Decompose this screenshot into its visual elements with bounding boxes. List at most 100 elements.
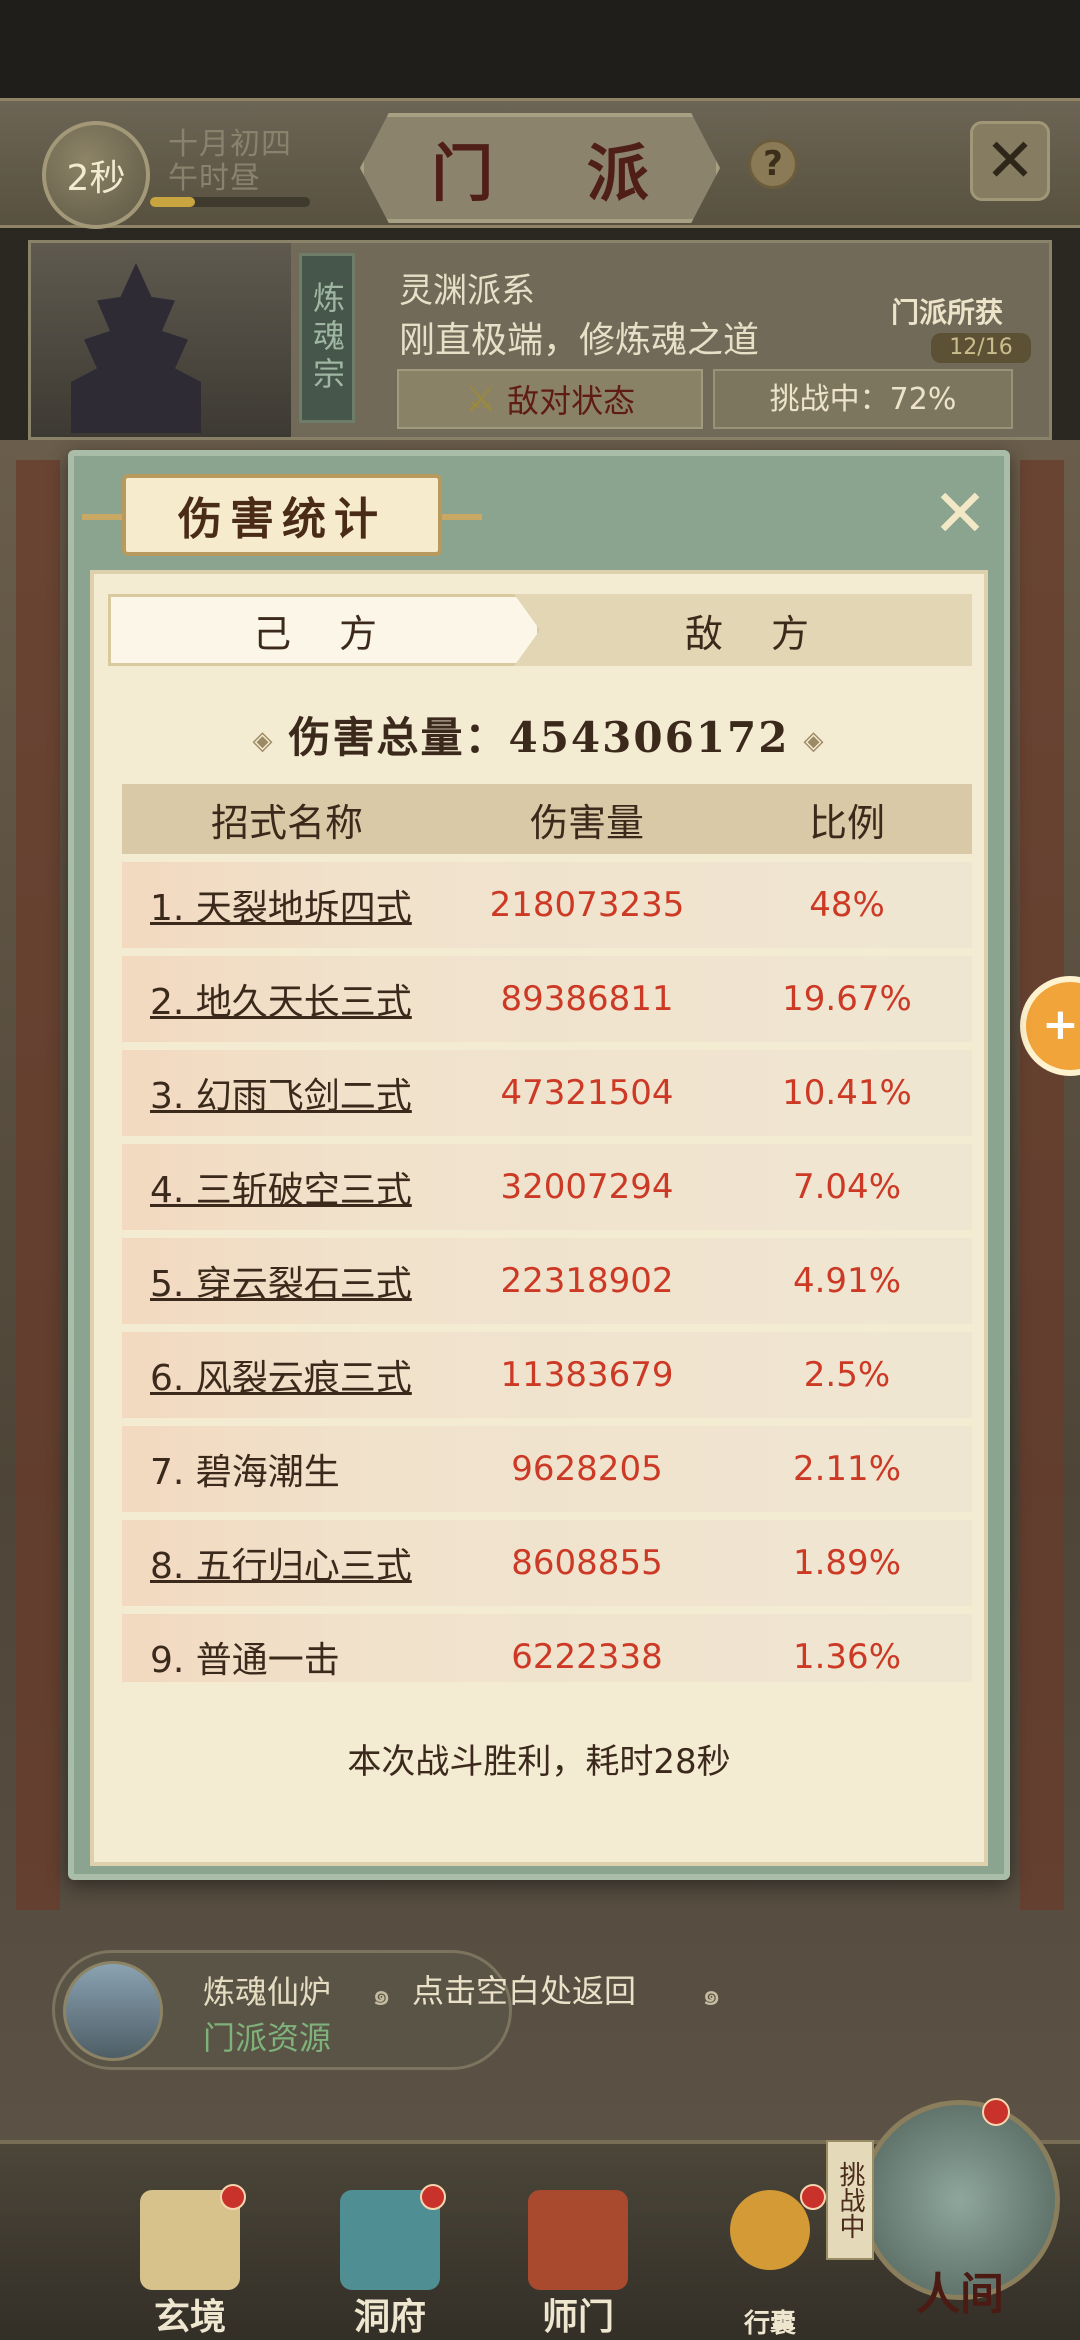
- skill-name[interactable]: 2. 地久天长三式: [122, 973, 452, 1025]
- page-title: 门 派: [431, 137, 685, 210]
- diamond-ornament-icon: ◈: [252, 726, 275, 756]
- nav-item-xuanjing[interactable]: 玄境: [120, 2184, 260, 2340]
- sect-loot-label[interactable]: 门派所获: [891, 291, 1003, 331]
- damage-ratio: 2.11%: [792, 1449, 901, 1489]
- question-icon[interactable]: ?: [748, 139, 798, 189]
- table-row[interactable]: 9. 普通一击 6222338 1.36%: [122, 1614, 972, 1682]
- hostile-status-label: 敌对状态: [507, 382, 636, 420]
- column-header-ratio: 比例: [808, 800, 885, 845]
- timer-badge: 2秒: [42, 121, 150, 229]
- skill-name: 9. 普通一击: [150, 1640, 340, 1681]
- table-row[interactable]: 6. 风裂云痕三式 11383679 2.5%: [122, 1332, 972, 1418]
- page-title-plaque: 门 派: [360, 113, 720, 223]
- damage-ratio: 1.36%: [792, 1637, 901, 1677]
- close-icon[interactable]: ✕: [970, 121, 1050, 201]
- notification-dot: [800, 2184, 826, 2210]
- damage-value: 32007294: [500, 1167, 674, 1207]
- resource-title: 炼魂仙炉: [203, 1973, 332, 2011]
- damage-ratio: 4.91%: [792, 1261, 901, 1301]
- sect-tag: 炼魂宗: [299, 253, 355, 423]
- table-row[interactable]: 2. 地久天长三式 89386811 19.67%: [122, 956, 972, 1042]
- table-row[interactable]: 5. 穿云裂石三式 22318902 4.91%: [122, 1238, 972, 1324]
- total-damage-text: 伤害总量：454306172: [288, 713, 790, 762]
- damage-value: 22318902: [500, 1261, 674, 1301]
- damage-value: 47321504: [500, 1073, 674, 1113]
- table-header: 招式名称 伤害量 比例: [122, 784, 972, 854]
- damage-ratio: 7.04%: [792, 1167, 901, 1207]
- pagoda-image: [71, 263, 201, 433]
- dialog-close-icon[interactable]: ✕: [928, 481, 992, 548]
- skill-name[interactable]: 1. 天裂地坼四式: [122, 879, 452, 931]
- tab-own-side[interactable]: 己 方: [108, 594, 540, 666]
- nav-label: 行囊: [743, 2309, 796, 2339]
- damage-ratio: 48%: [809, 885, 885, 925]
- sect-loot-count: 12/16: [931, 333, 1031, 363]
- damage-value: 8608855: [511, 1543, 663, 1583]
- damage-ratio: 19.67%: [782, 979, 912, 1019]
- damage-ratio: 2.5%: [803, 1355, 891, 1395]
- table-row[interactable]: 1. 天裂地坼四式 218073235 48%: [122, 862, 972, 948]
- column-header-damage: 伤害量: [529, 800, 644, 845]
- swirl-right-icon: ๑: [702, 1978, 722, 2013]
- nav-item-dongfu[interactable]: 洞府: [320, 2184, 460, 2340]
- nav-label: 玄境: [153, 2296, 226, 2338]
- damage-ratio: 1.89%: [792, 1543, 901, 1583]
- dialog-title: 伤害统计: [82, 474, 482, 556]
- damage-value: 89386811: [500, 979, 674, 1019]
- skill-name[interactable]: 6. 风裂云痕三式: [122, 1349, 452, 1401]
- hostile-status-button[interactable]: ⚔ 敌对状态: [397, 369, 703, 429]
- damage-value: 11383679: [500, 1355, 674, 1395]
- status-strip: [0, 0, 1080, 100]
- skill-name[interactable]: 3. 幻雨飞剑二式: [122, 1067, 452, 1119]
- nav-item-shimen[interactable]: 师门: [508, 2190, 648, 2340]
- nav-label: 洞府: [353, 2296, 426, 2338]
- damage-table-body[interactable]: 1. 天裂地坼四式 218073235 48% 2. 地久天长三式 89386811 19…: [122, 862, 972, 1682]
- table-row[interactable]: 8. 五行归心三式 8608855 1.89%: [122, 1520, 972, 1606]
- challenge-progress: 挑战中：72%: [713, 369, 1013, 429]
- right-pillar: [1020, 460, 1064, 1910]
- battle-result-text: 本次战斗胜利，耗时28秒: [347, 1742, 731, 1782]
- time-of-day-text: 午时昼: [168, 161, 261, 196]
- sect-banner: 炼魂宗 灵渊派系 刚直极端，修炼魂之道 门派所获 12/16 ⚔ 敌对状态 挑战…: [28, 240, 1052, 440]
- side-tabs: 己 方 敌 方: [108, 594, 972, 666]
- time-progress-bar: [150, 197, 310, 207]
- notification-dot: [982, 2098, 1010, 2126]
- damage-stats-dialog: 伤害统计 ✕ 己 方 敌 方 ◈ 伤害总量：454306172 ◈ 招式名称 伤害量…: [68, 450, 1010, 1880]
- table-row[interactable]: 3. 幻雨飞剑二式 47321504 10.41%: [122, 1050, 972, 1136]
- dialog-content: 己 方 敌 方 ◈ 伤害总量：454306172 ◈ 招式名称 伤害量 比例 1. …: [90, 570, 988, 1866]
- damage-value: 9628205: [511, 1449, 663, 1489]
- table-row[interactable]: 7. 碧海潮生 9628205 2.11%: [122, 1426, 972, 1512]
- tap-to-return-hint: 点击空白处返回: [412, 1972, 637, 2010]
- game-screen: 2秒 十月初四 午时昼 门 派 ? ✕ 炼魂宗 灵渊派系 刚直极端，修炼魂之道 …: [0, 0, 1080, 2340]
- sect-banner-icon: [528, 2190, 628, 2290]
- table-row[interactable]: 4. 三斩破空三式 32007294 7.04%: [122, 1144, 972, 1230]
- bag-icon: [730, 2190, 810, 2270]
- damage-ratio: 10.41%: [782, 1073, 912, 1113]
- swirl-left-icon: ๑: [372, 1978, 392, 2013]
- damage-value: 218073235: [489, 885, 685, 925]
- skill-name: 7. 碧海潮生: [150, 1452, 340, 1493]
- total-damage: ◈ 伤害总量：454306172 ◈: [94, 704, 984, 765]
- notification-dot: [220, 2184, 246, 2210]
- nav-label: 师门: [541, 2296, 614, 2338]
- challenge-tag: 挑战中: [826, 2140, 874, 2260]
- furnace-icon: [63, 1961, 163, 2061]
- sect-description: 刚直极端，修炼魂之道: [399, 320, 760, 361]
- resource-subtitle: 门派资源: [203, 2019, 332, 2057]
- skill-name[interactable]: 8. 五行归心三式: [122, 1537, 452, 1589]
- crossed-swords-icon: ⚔: [464, 378, 498, 420]
- skill-name[interactable]: 5. 穿云裂石三式: [122, 1255, 452, 1307]
- sect-name: 灵渊派系: [399, 271, 535, 311]
- damage-value: 6222338: [511, 1637, 663, 1677]
- time-progress-fill: [150, 197, 195, 207]
- diamond-ornament-icon: ◈: [803, 726, 826, 756]
- sect-artwork: [31, 243, 291, 437]
- human-world-label: 人间: [916, 2269, 1004, 2320]
- column-header-skill: 招式名称: [210, 800, 363, 845]
- notification-dot: [420, 2184, 446, 2210]
- left-pillar: [16, 460, 60, 1910]
- nav-item-xingnang[interactable]: 行囊: [700, 2184, 840, 2340]
- top-header: 2秒 十月初四 午时昼 门 派 ? ✕: [0, 98, 1080, 229]
- tab-enemy-side[interactable]: 敌 方: [540, 594, 972, 666]
- skill-name[interactable]: 4. 三斩破空三式: [122, 1161, 452, 1213]
